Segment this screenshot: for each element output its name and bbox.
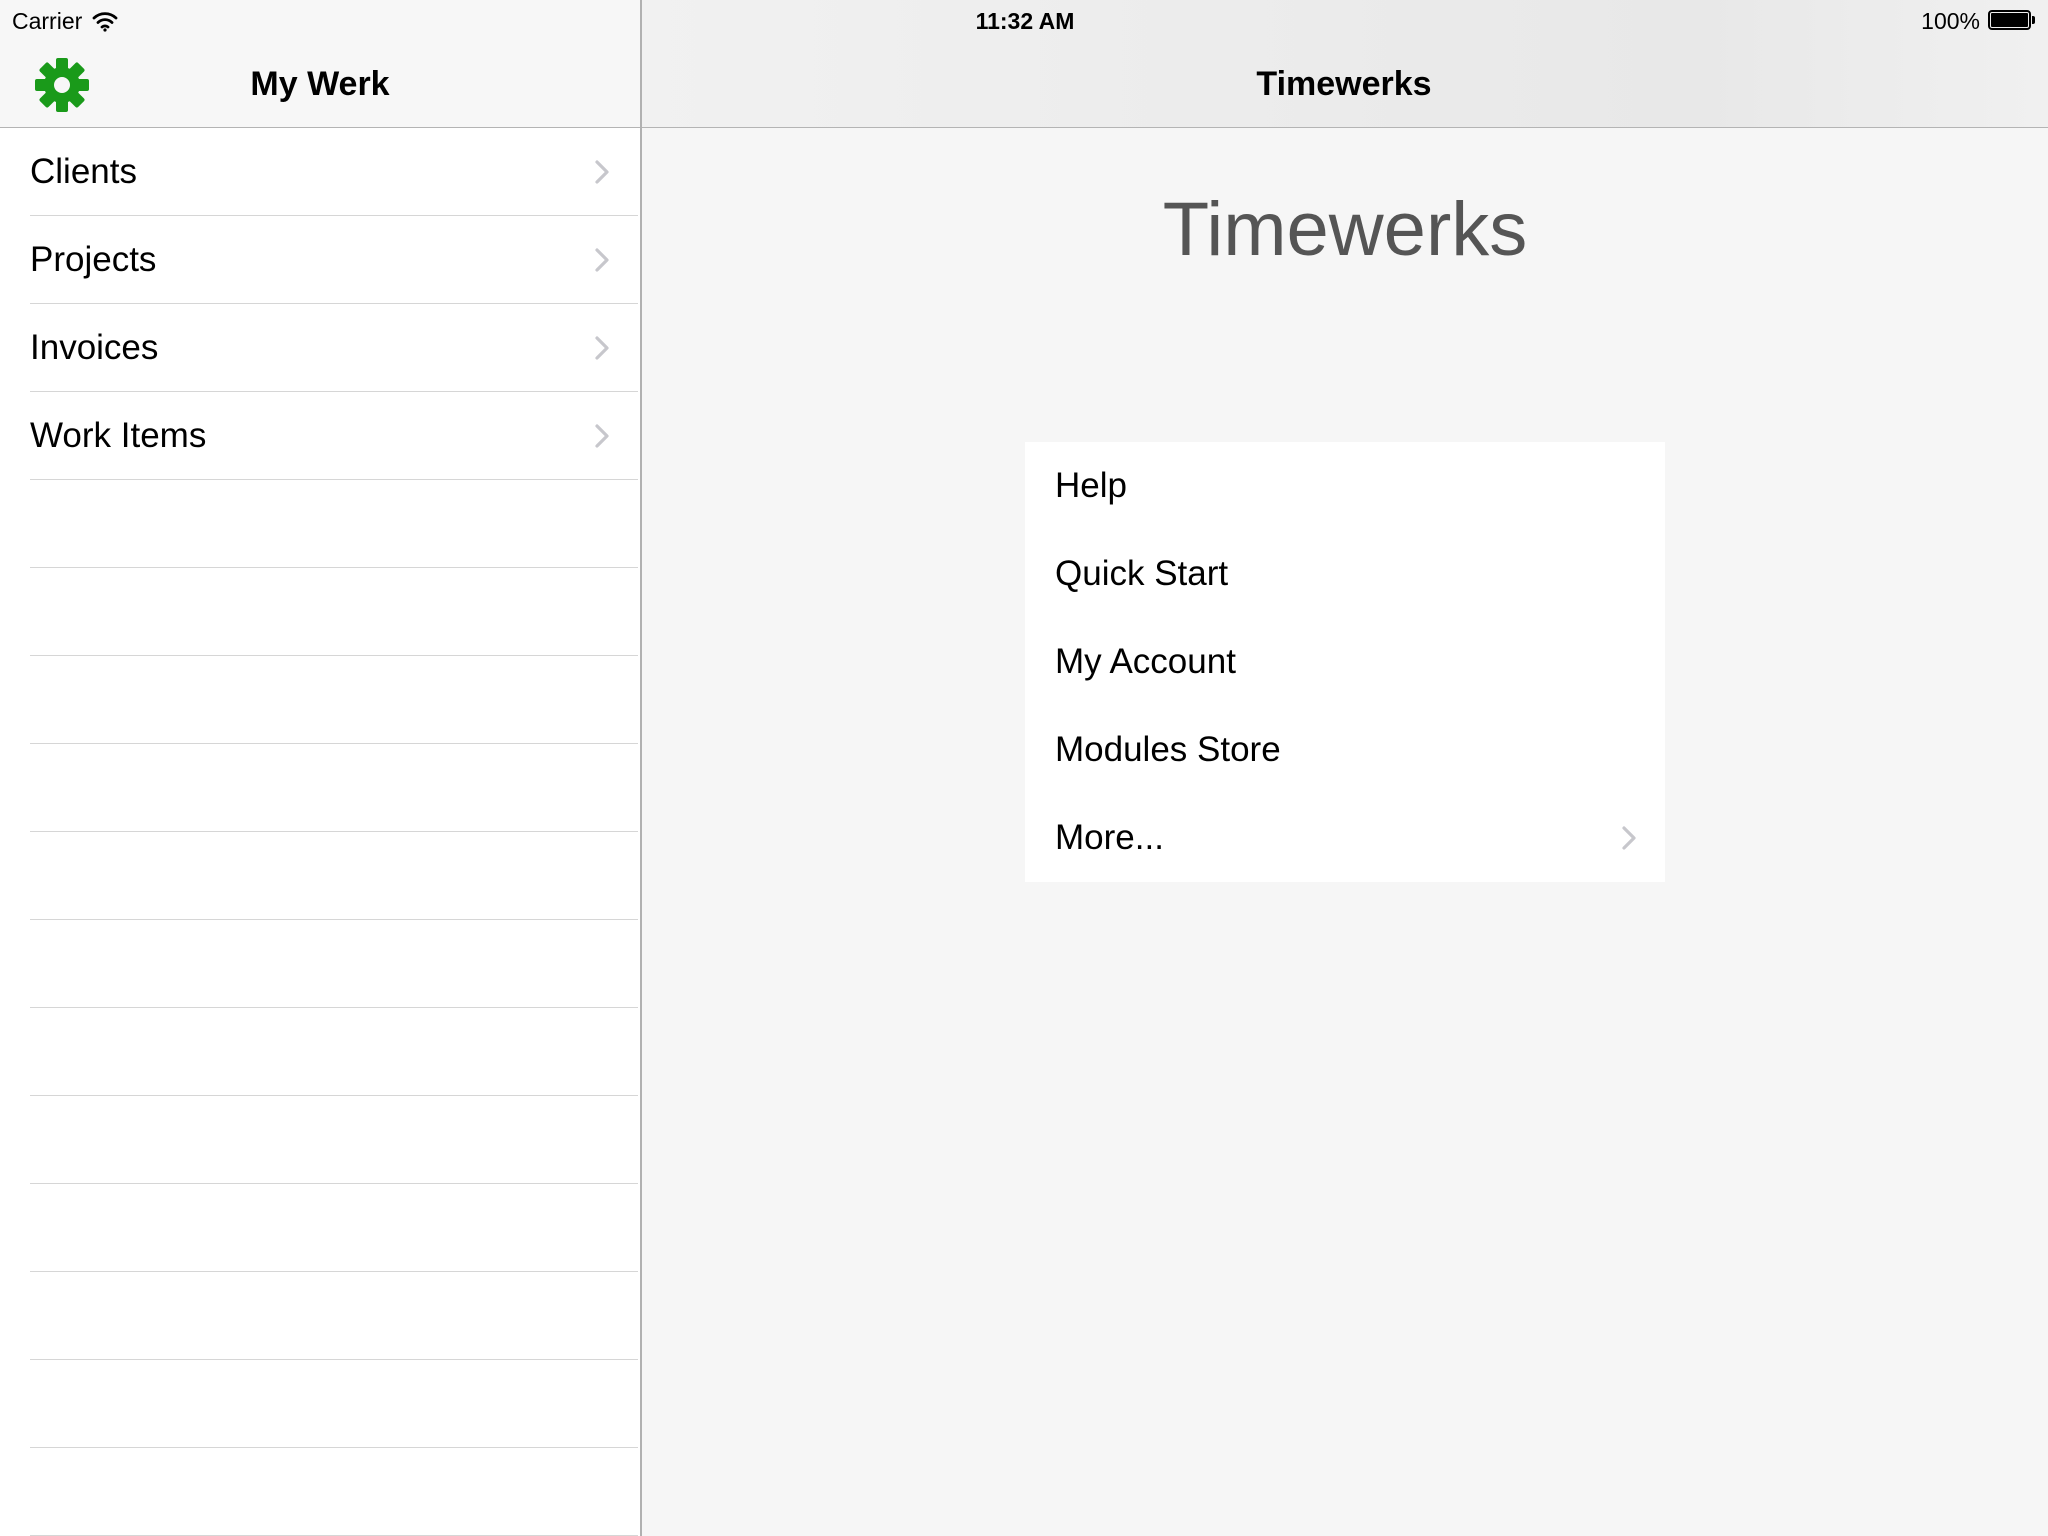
chevron-right-icon — [595, 248, 609, 272]
list-item-label: Clients — [30, 152, 137, 191]
empty-row — [30, 920, 638, 1008]
menu-item-modules-store[interactable]: Modules Store — [1025, 706, 1665, 794]
menu-item-quick-start[interactable]: Quick Start — [1025, 530, 1665, 618]
empty-row — [30, 744, 638, 832]
status-time: 11:32 AM — [975, 8, 1075, 34]
empty-row — [30, 1184, 638, 1272]
status-carrier: Carrier — [12, 6, 118, 36]
list-item-projects[interactable]: Projects — [30, 216, 638, 304]
empty-row — [30, 1360, 638, 1448]
list-item-work-items[interactable]: Work Items — [30, 392, 638, 480]
empty-row — [30, 832, 638, 920]
empty-row — [30, 480, 638, 568]
menu-item-label: Modules Store — [1055, 730, 1281, 769]
chevron-right-icon — [595, 160, 609, 184]
list-item-clients[interactable]: Clients — [30, 128, 638, 216]
empty-row — [30, 1096, 638, 1184]
master-nav-title: My Werk — [250, 65, 390, 103]
status-battery: 100% — [1921, 6, 2036, 36]
menu-item-label: Help — [1055, 466, 1127, 505]
chevron-right-icon — [595, 424, 609, 448]
wifi-icon — [92, 12, 118, 32]
empty-row — [30, 1008, 638, 1096]
list-item-invoices[interactable]: Invoices — [30, 304, 638, 392]
empty-row — [30, 656, 638, 744]
detail-menu: Help Quick Start My Account Modules Stor… — [1025, 442, 1665, 882]
menu-item-help[interactable]: Help — [1025, 442, 1665, 530]
menu-item-more[interactable]: More... — [1025, 794, 1665, 882]
master-pane: Clients Projects Invoices Work Items — [0, 0, 640, 1536]
battery-percent: 100% — [1921, 7, 1980, 34]
battery-full-icon — [1988, 10, 2036, 32]
carrier-label: Carrier — [12, 7, 83, 34]
menu-item-label: Quick Start — [1055, 554, 1229, 593]
chevron-right-icon — [1622, 826, 1636, 850]
page-title: Timewerks — [1162, 187, 1528, 272]
chevron-right-icon — [595, 336, 609, 360]
list-item-label: Invoices — [30, 328, 159, 367]
list-item-label: Projects — [30, 240, 157, 279]
empty-row — [30, 1272, 638, 1360]
empty-row — [30, 1448, 638, 1536]
menu-item-label: More... — [1055, 818, 1164, 857]
menu-item-label: My Account — [1055, 642, 1236, 681]
menu-item-my-account[interactable]: My Account — [1025, 618, 1665, 706]
detail-nav-title: Timewerks — [1256, 65, 1432, 103]
empty-row — [30, 568, 638, 656]
master-list: Clients Projects Invoices Work Items — [0, 128, 640, 1536]
list-item-label: Work Items — [30, 416, 207, 455]
